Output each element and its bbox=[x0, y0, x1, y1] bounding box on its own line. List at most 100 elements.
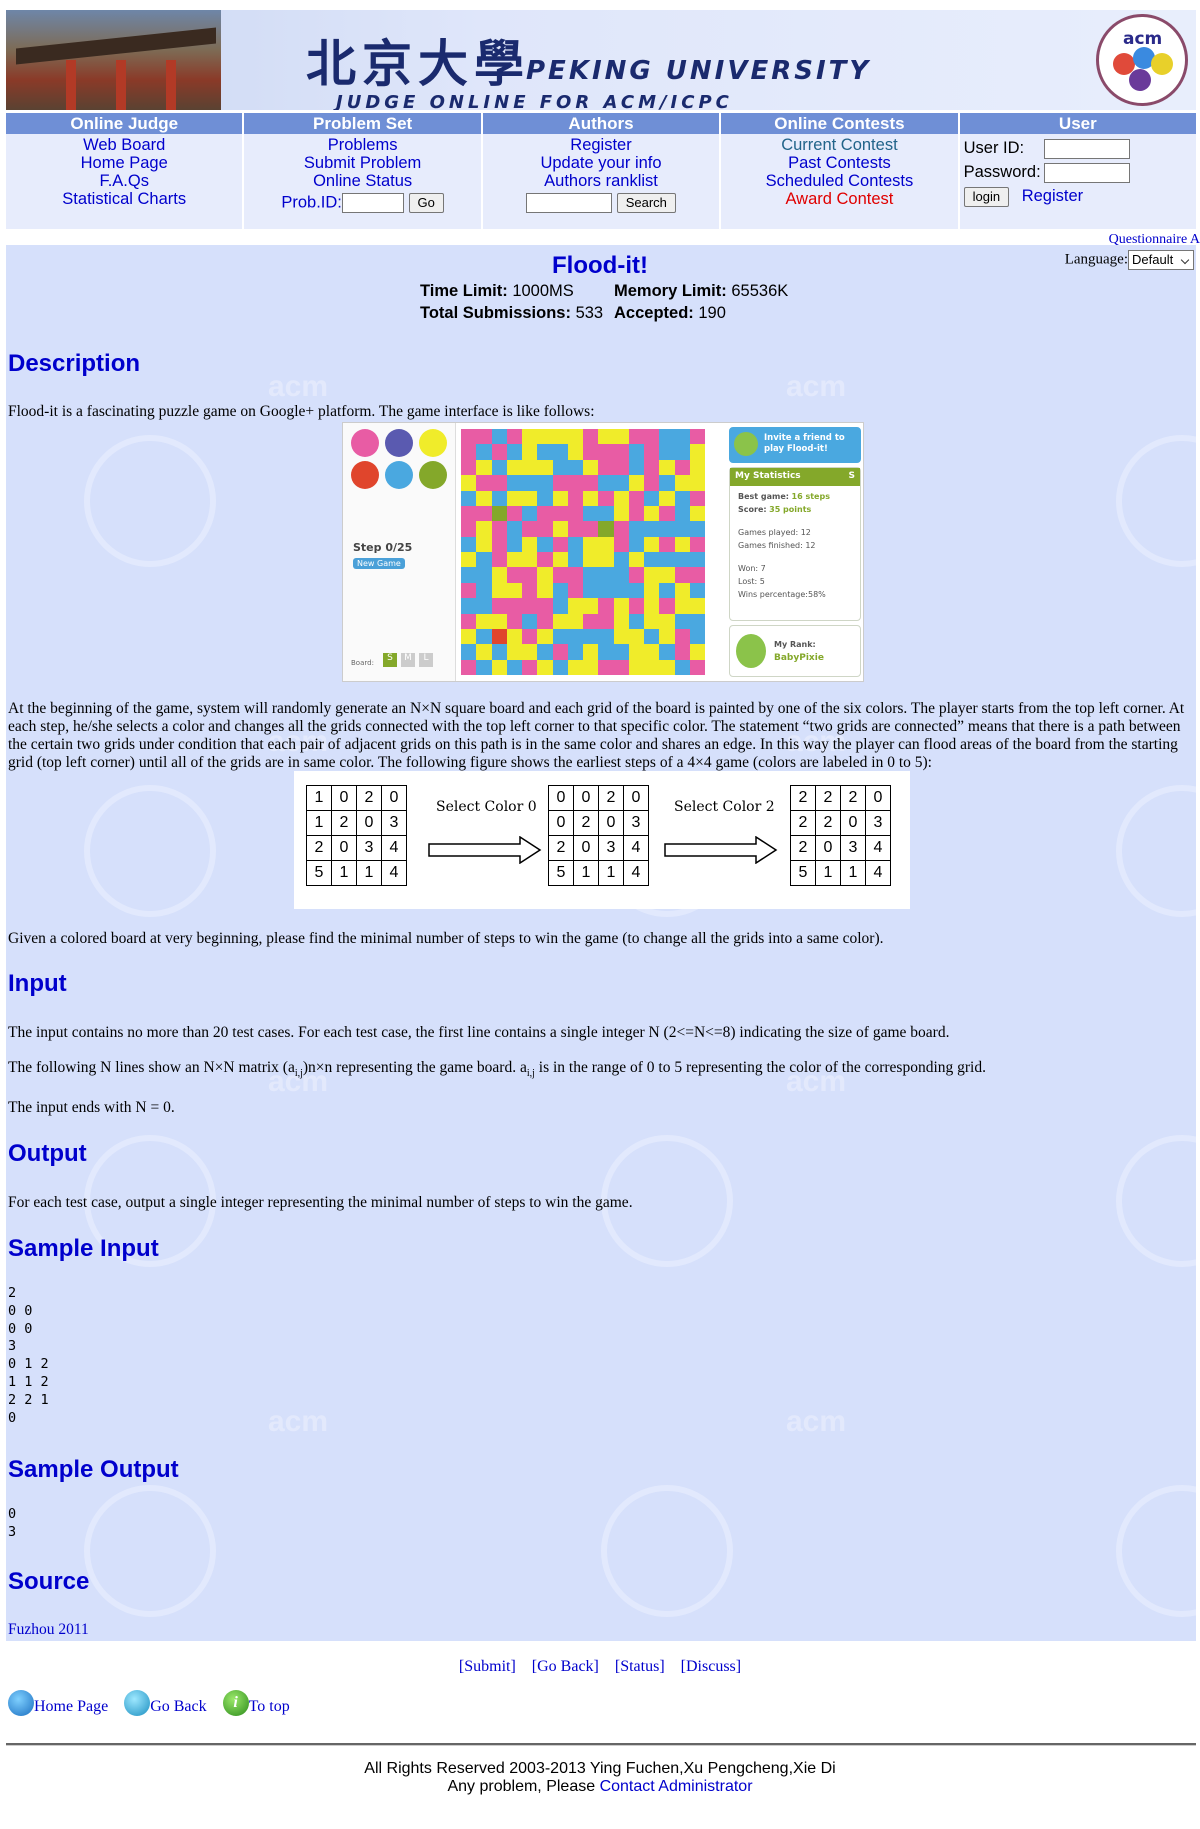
board-cell bbox=[491, 628, 507, 645]
board-cell bbox=[644, 552, 660, 568]
matrix-cell: 3 bbox=[381, 810, 407, 836]
board-cell bbox=[674, 628, 690, 645]
matrix-cell: 0 bbox=[573, 835, 599, 861]
board-cell bbox=[659, 659, 675, 675]
board-cell bbox=[689, 644, 705, 660]
board-cell bbox=[628, 628, 644, 645]
prob-id-input[interactable] bbox=[341, 193, 404, 213]
board-cell bbox=[537, 444, 553, 460]
board-cell bbox=[598, 459, 614, 476]
board-cell bbox=[552, 429, 568, 445]
link-go-back[interactable]: [Go Back] bbox=[532, 1658, 599, 1675]
board-cell bbox=[491, 582, 507, 599]
board-cell bbox=[567, 613, 583, 629]
board-cell bbox=[567, 536, 583, 552]
link-bottom-go-back[interactable]: Go Back bbox=[150, 1698, 206, 1715]
matrix-cell: 0 bbox=[331, 785, 357, 811]
matrix-cell: 2 bbox=[573, 810, 599, 836]
link-problems[interactable]: Problems bbox=[244, 136, 480, 154]
board-cell bbox=[522, 659, 538, 675]
board-cell bbox=[613, 552, 629, 568]
link-statistical-charts[interactable]: Statistical Charts bbox=[6, 190, 242, 208]
board-cell bbox=[598, 613, 614, 629]
input-p1: The input contains no more than 20 test … bbox=[8, 1024, 950, 1041]
board-cell bbox=[583, 644, 599, 660]
link-contact-admin[interactable]: Contact Administrator bbox=[600, 1778, 753, 1795]
link-faqs[interactable]: F.A.Qs bbox=[6, 172, 242, 190]
matrix-cell: 2 bbox=[815, 810, 841, 836]
game-board bbox=[461, 429, 705, 675]
link-home-page[interactable]: Home Page bbox=[6, 154, 242, 172]
link-bottom-to-top[interactable]: To top bbox=[249, 1698, 290, 1715]
matrix-cell: 1 bbox=[331, 860, 357, 886]
go-button[interactable]: Go bbox=[408, 193, 444, 213]
password-input[interactable] bbox=[1043, 162, 1130, 183]
board-cell bbox=[552, 659, 568, 675]
matrix-cell: 2 bbox=[548, 835, 574, 861]
footer: All Rights Reserved 2003-2013 Ying Fuche… bbox=[0, 1760, 1200, 1796]
link-submit-problem[interactable]: Submit Problem bbox=[244, 154, 480, 172]
board-cell bbox=[689, 459, 705, 476]
board-cell bbox=[506, 659, 522, 675]
board-cell bbox=[537, 521, 553, 537]
matrix-cell: 1 bbox=[573, 860, 599, 886]
link-source[interactable]: Fuzhou 2011 bbox=[8, 1621, 89, 1639]
board-cell bbox=[583, 567, 599, 583]
link-current-contest[interactable]: Current Contest bbox=[721, 136, 957, 154]
link-questionnaire[interactable]: Questionnaire A bbox=[1109, 232, 1200, 248]
board-cell bbox=[461, 444, 477, 460]
board-cell bbox=[567, 429, 583, 445]
matrix-cell: 0 bbox=[573, 785, 599, 811]
board-cell bbox=[461, 521, 477, 537]
link-user-register[interactable]: Register bbox=[1022, 187, 1083, 205]
link-register[interactable]: Register bbox=[483, 136, 719, 154]
board-cell bbox=[476, 459, 492, 476]
matrix-cell: 4 bbox=[381, 835, 407, 861]
board-cell bbox=[659, 521, 675, 537]
board-cell bbox=[598, 659, 614, 675]
board-cell bbox=[674, 552, 690, 568]
main-navigation: Online Judge Web Board Home Page F.A.Qs … bbox=[6, 113, 1197, 229]
board-cell bbox=[522, 475, 538, 491]
author-search-input[interactable] bbox=[526, 193, 613, 213]
login-button[interactable]: login bbox=[963, 186, 1010, 207]
board-cell bbox=[491, 459, 507, 476]
matrix-initial: 1020120320345114 bbox=[306, 785, 407, 886]
section-description: Description bbox=[8, 350, 141, 377]
link-past-contests[interactable]: Past Contests bbox=[721, 154, 957, 172]
board-cell bbox=[598, 582, 614, 599]
user-id-input[interactable] bbox=[1043, 138, 1130, 159]
board-cell bbox=[628, 598, 644, 614]
link-online-status[interactable]: Online Status bbox=[244, 172, 480, 190]
board-cell bbox=[628, 567, 644, 583]
board-cell bbox=[567, 490, 583, 506]
link-authors-ranklist[interactable]: Authors ranklist bbox=[483, 172, 719, 190]
board-cell bbox=[613, 459, 629, 476]
link-update-info[interactable]: Update your info bbox=[483, 154, 719, 172]
link-web-board[interactable]: Web Board bbox=[6, 136, 242, 154]
search-button[interactable]: Search bbox=[616, 193, 676, 213]
memory-limit: Memory Limit: 65536K bbox=[614, 282, 789, 300]
board-cell bbox=[583, 429, 599, 445]
link-award-contest[interactable]: Award Contest bbox=[721, 190, 957, 208]
board-cell bbox=[674, 429, 690, 445]
label-select-color-0: Select Color 0 bbox=[436, 799, 537, 815]
board-cell bbox=[583, 490, 599, 506]
link-scheduled-contests[interactable]: Scheduled Contests bbox=[721, 172, 957, 190]
flood-steps-figure: 1020120320345114 Select Color 0 00200203… bbox=[294, 771, 910, 909]
board-cell bbox=[506, 628, 522, 645]
board-cell bbox=[628, 613, 644, 629]
arrow-right-icon bbox=[664, 836, 778, 864]
board-cell bbox=[689, 490, 705, 506]
link-discuss[interactable]: [Discuss] bbox=[681, 1658, 741, 1675]
link-submit[interactable]: [Submit] bbox=[459, 1658, 516, 1675]
link-bottom-home[interactable]: Home Page bbox=[34, 1698, 108, 1715]
board-cell bbox=[491, 429, 507, 445]
board-cell bbox=[583, 536, 599, 552]
link-status[interactable]: [Status] bbox=[615, 1658, 665, 1675]
board-cell bbox=[506, 536, 522, 552]
board-cell bbox=[476, 490, 492, 506]
matrix-cell: 4 bbox=[865, 835, 891, 861]
board-cell bbox=[491, 567, 507, 583]
board-cell bbox=[461, 475, 477, 491]
